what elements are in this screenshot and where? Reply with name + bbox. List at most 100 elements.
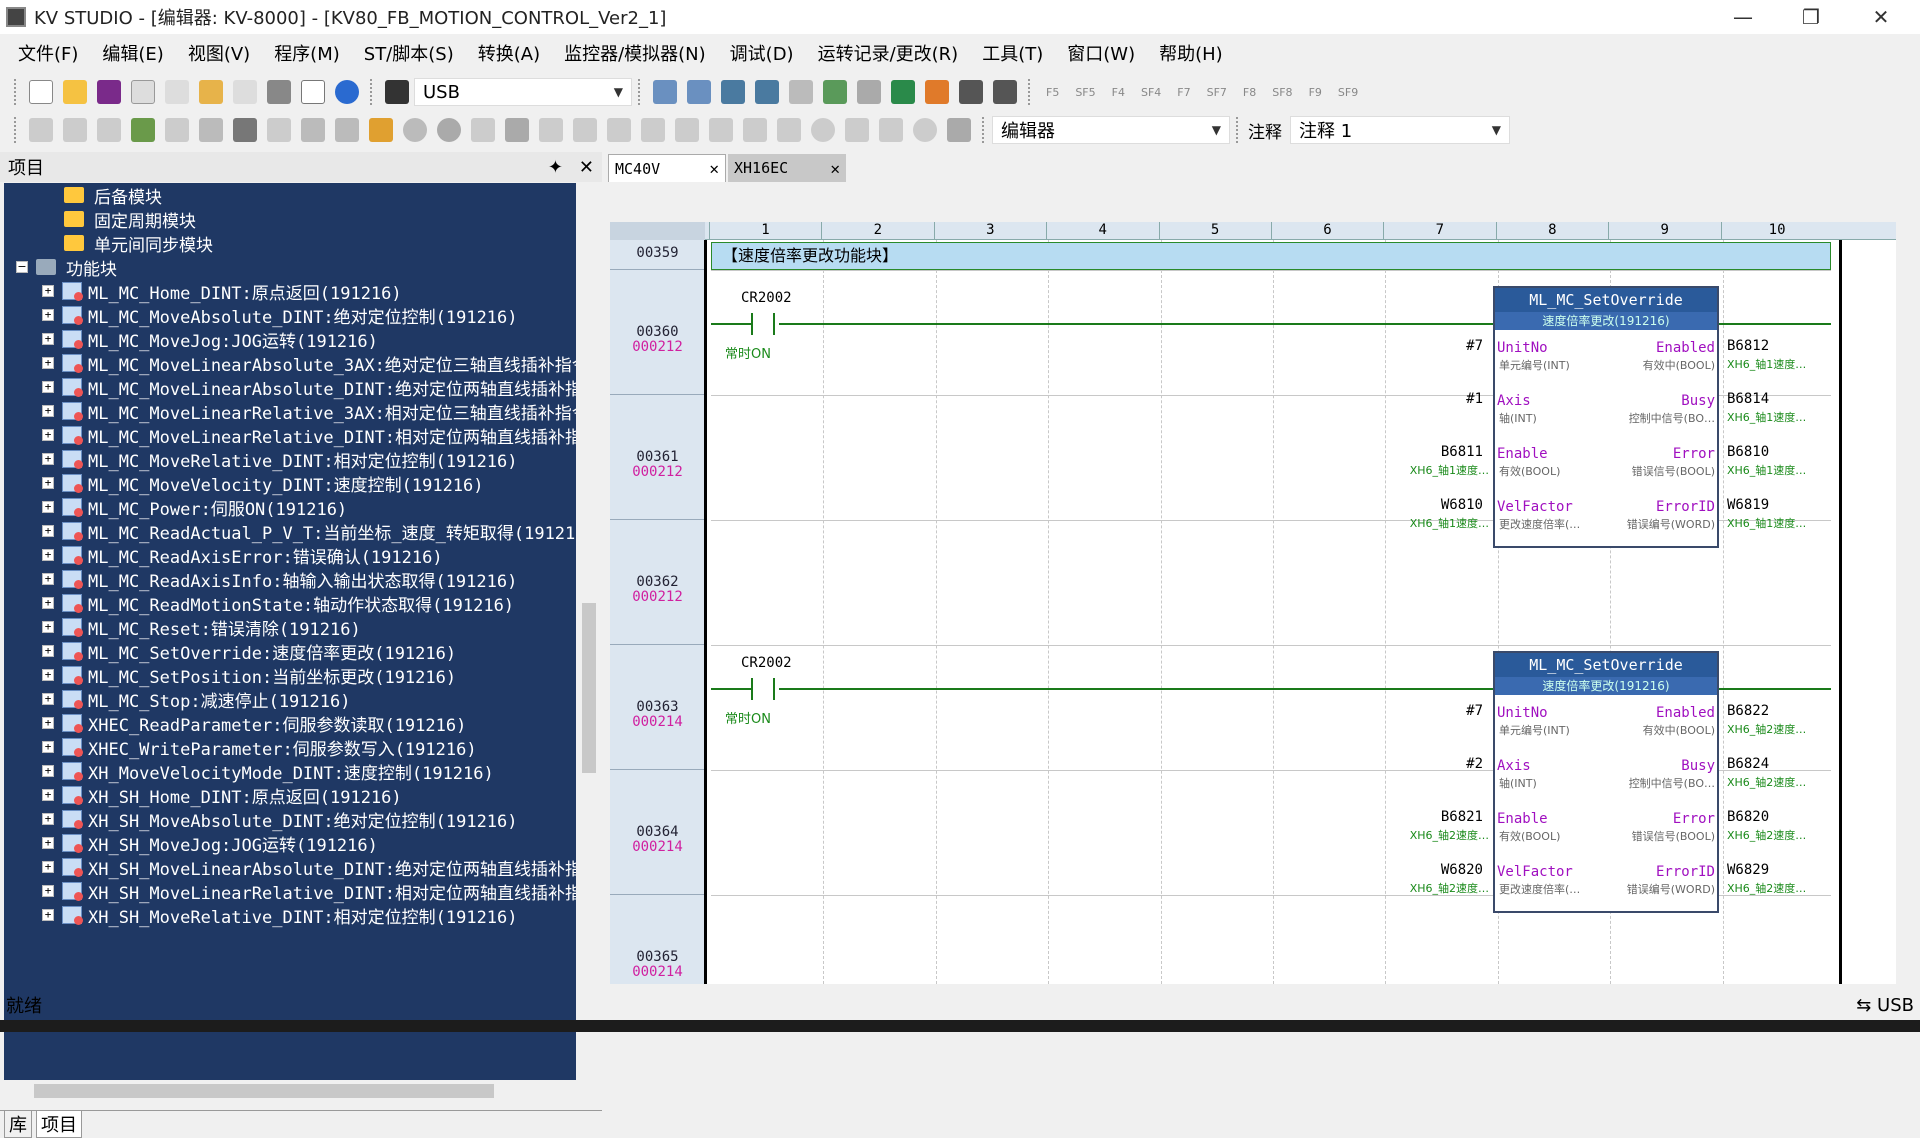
step-down-icon[interactable] bbox=[709, 118, 733, 142]
print-icon[interactable] bbox=[267, 80, 291, 104]
simulator-icon[interactable] bbox=[369, 118, 393, 142]
fkey-button[interactable]: SF7 bbox=[1207, 86, 1227, 99]
tree-item[interactable]: + XH_SH_MoveLinearAbsolute_DINT:绝对定位两轴直线插… bbox=[42, 855, 576, 880]
step-up-icon[interactable] bbox=[607, 118, 631, 142]
refresh-icon[interactable] bbox=[925, 80, 949, 104]
row-number[interactable]: 00362 000212 bbox=[610, 520, 705, 645]
tree-item[interactable]: + XHEC_ReadParameter:伺服参数读取(191216) bbox=[42, 711, 466, 736]
expand-icon[interactable]: + bbox=[42, 333, 54, 345]
expand-icon[interactable]: + bbox=[42, 813, 54, 825]
expand-icon[interactable]: + bbox=[42, 477, 54, 489]
expand-icon[interactable]: + bbox=[42, 381, 54, 393]
copy-icon[interactable] bbox=[233, 80, 257, 104]
watch-icon[interactable] bbox=[301, 118, 325, 142]
fkey-button[interactable]: F8 bbox=[1243, 86, 1256, 99]
project-tab[interactable]: 库 bbox=[4, 1109, 32, 1138]
expand-icon[interactable]: + bbox=[42, 669, 54, 681]
tree-item[interactable]: + ML_MC_ReadActual_P_V_T:当前坐标_速度_转矩取得(191… bbox=[42, 519, 576, 544]
row-number[interactable]: 00359 bbox=[610, 240, 705, 270]
panel-close-icon[interactable]: ✕ bbox=[579, 157, 594, 178]
skip-forward-icon[interactable] bbox=[743, 118, 767, 142]
watch-alt-icon[interactable] bbox=[335, 118, 359, 142]
table-icon[interactable] bbox=[199, 118, 223, 142]
stop-icon[interactable] bbox=[505, 118, 529, 142]
input-operand[interactable]: W6820 bbox=[1441, 862, 1483, 878]
input-operand[interactable]: B6811 bbox=[1441, 444, 1483, 460]
menu-item[interactable]: 窗口(W) bbox=[1055, 40, 1147, 66]
register-monitor-icon[interactable] bbox=[891, 80, 915, 104]
function-block[interactable]: ML_MC_SetOverride 速度倍率更改(191216) UnitNo 单元编… bbox=[1493, 286, 1719, 548]
output-operand[interactable]: B6810 bbox=[1727, 444, 1769, 460]
editor-tab[interactable]: XH16EC ✕ bbox=[728, 154, 846, 182]
menu-item[interactable]: 视图(V) bbox=[176, 40, 262, 66]
close-button[interactable]: ✕ bbox=[1852, 0, 1910, 34]
skip-back-icon[interactable] bbox=[573, 118, 597, 142]
expand-icon[interactable]: + bbox=[42, 285, 54, 297]
input-operand[interactable]: B6821 bbox=[1441, 809, 1483, 825]
tree-item[interactable]: + ML_MC_ReadMotionState:轴动作状态取得(191216) bbox=[42, 591, 514, 616]
tree-item[interactable]: + ML_MC_MoveLinearAbsolute_DINT:绝对定位两轴直线插… bbox=[42, 375, 576, 400]
expand-icon[interactable]: + bbox=[42, 789, 54, 801]
tree-horizontal-scrollbar[interactable] bbox=[4, 1080, 600, 1102]
fkey-button[interactable]: SF9 bbox=[1338, 86, 1358, 99]
input-operand[interactable]: #7 bbox=[1466, 703, 1483, 719]
minimize-button[interactable]: — bbox=[1714, 0, 1772, 34]
tree-item[interactable]: + ML_MC_SetPosition:当前坐标更改(191216) bbox=[42, 663, 456, 688]
new-file-icon[interactable] bbox=[29, 80, 53, 104]
mode-select[interactable]: 编辑器 ▼ bbox=[992, 116, 1230, 144]
tree-item[interactable]: + ML_MC_MoveJog:JOG运转(191216) bbox=[42, 327, 378, 352]
tree-item[interactable]: + ML_MC_MoveRelative_DINT:相对定位控制(191216) bbox=[42, 447, 518, 472]
step-icon[interactable] bbox=[267, 118, 291, 142]
toolbar-grip[interactable] bbox=[14, 79, 18, 105]
tree-item[interactable]: + ML_MC_Power:伺服ON(191216) bbox=[42, 495, 347, 520]
toolbar-grip[interactable] bbox=[1236, 117, 1240, 143]
tree-item[interactable]: + ML_MC_MoveVelocity_DINT:速度控制(191216) bbox=[42, 471, 484, 496]
project-tab[interactable]: 项目 bbox=[36, 1109, 82, 1138]
device-monitor-icon[interactable] bbox=[823, 80, 847, 104]
menu-item[interactable]: 编辑(E) bbox=[90, 40, 175, 66]
fkey-button[interactable]: F5 bbox=[1046, 86, 1059, 99]
tree-item[interactable]: + ML_MC_MoveLinearRelative_3AX:相对定位三轴直线插补… bbox=[42, 399, 576, 424]
fkey-button[interactable]: F9 bbox=[1309, 86, 1322, 99]
tab-close-icon[interactable]: ✕ bbox=[709, 159, 719, 178]
menu-item[interactable]: ST/脚本(S) bbox=[352, 40, 466, 66]
scroll-thumb[interactable] bbox=[34, 1084, 494, 1098]
fkey-button[interactable]: F7 bbox=[1177, 86, 1190, 99]
tree-item[interactable]: + ML_MC_MoveLinearAbsolute_3AX:绝对定位三轴直线插补… bbox=[42, 351, 576, 376]
expand-icon[interactable]: + bbox=[42, 861, 54, 873]
scroll-thumb[interactable] bbox=[582, 603, 596, 773]
tree-item[interactable]: + ML_MC_SetOverride:速度倍率更改(191216) bbox=[42, 639, 456, 664]
scan-time-icon[interactable] bbox=[947, 118, 971, 142]
step-back-icon[interactable] bbox=[641, 118, 665, 142]
expand-icon[interactable]: + bbox=[42, 909, 54, 921]
expand-icon[interactable]: + bbox=[42, 597, 54, 609]
input-operand[interactable]: W6810 bbox=[1441, 497, 1483, 513]
toolbar-grip[interactable] bbox=[14, 117, 18, 143]
toolbar-grip[interactable] bbox=[982, 117, 986, 143]
checklist-icon[interactable] bbox=[131, 118, 155, 142]
menu-item[interactable]: 帮助(H) bbox=[1147, 40, 1235, 66]
editor-tab[interactable]: MC40V ✕ bbox=[608, 154, 726, 182]
tree-item[interactable]: + ML_MC_Stop:减速停止(191216) bbox=[42, 687, 350, 712]
editor-vertical-scrollbar[interactable] bbox=[1896, 152, 1920, 984]
tree-item[interactable]: + ML_MC_ReadAxisError:错误确认(191216) bbox=[42, 543, 443, 568]
tree-vertical-scrollbar[interactable] bbox=[578, 183, 600, 1080]
menu-item[interactable]: 运转记录/更改(R) bbox=[806, 40, 971, 66]
print-preview-icon[interactable] bbox=[301, 80, 325, 104]
expand-icon[interactable]: + bbox=[42, 453, 54, 465]
expand-icon[interactable]: + bbox=[42, 741, 54, 753]
input-operand[interactable]: #7 bbox=[1466, 338, 1483, 354]
pin-icon[interactable]: ✦ bbox=[548, 157, 563, 178]
row-number[interactable]: 00365 000214 bbox=[610, 895, 705, 984]
hand-icon[interactable] bbox=[845, 118, 869, 142]
grid-icon[interactable] bbox=[165, 118, 189, 142]
read-from-plc-icon[interactable] bbox=[687, 80, 711, 104]
toolbar-grip[interactable] bbox=[370, 79, 374, 105]
expand-icon[interactable]: + bbox=[42, 573, 54, 585]
breakpoint-icon[interactable] bbox=[811, 118, 835, 142]
connection-select[interactable]: USB ▼ bbox=[414, 78, 632, 106]
properties-icon[interactable] bbox=[131, 80, 155, 104]
search-icon[interactable] bbox=[789, 80, 813, 104]
normally-open-contact[interactable] bbox=[751, 678, 775, 700]
toolbar-grip[interactable] bbox=[638, 79, 642, 105]
